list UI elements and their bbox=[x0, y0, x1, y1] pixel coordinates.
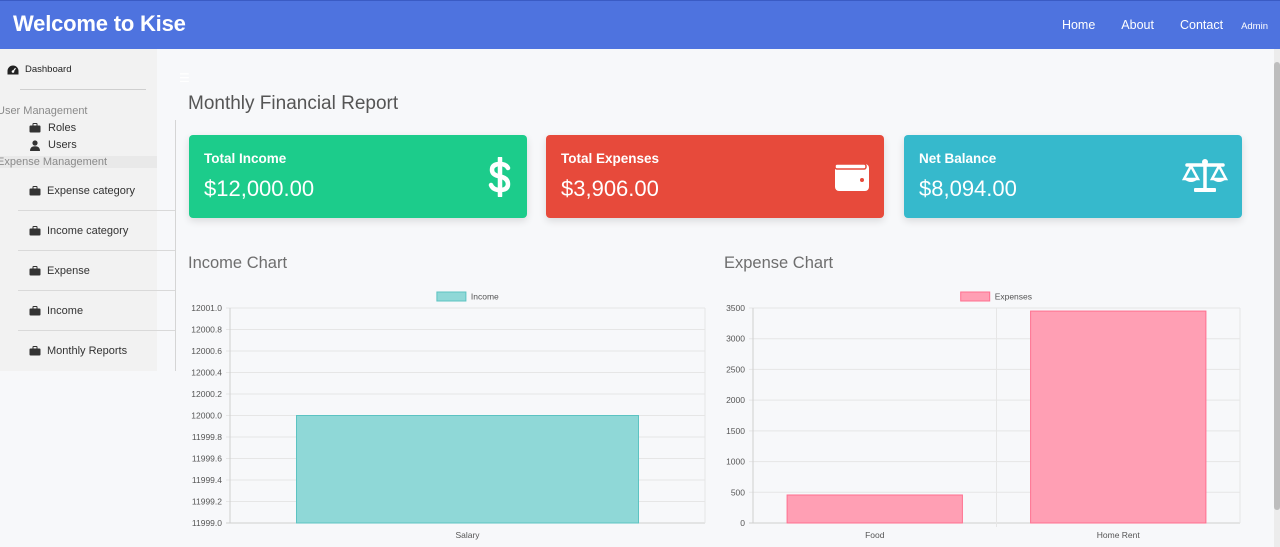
card-label: Total Income bbox=[204, 151, 287, 166]
card-value: $8,094.00 bbox=[919, 176, 1017, 201]
y-tick-label: 2000 bbox=[726, 395, 745, 405]
section-expense-management[interactable]: Expense Management bbox=[0, 156, 157, 168]
bar bbox=[786, 494, 963, 524]
card-label: Net Balance bbox=[919, 151, 997, 166]
y-tick-label: 11999.8 bbox=[192, 432, 222, 442]
card-value: $12,000.00 bbox=[204, 176, 315, 201]
briefcase-icon bbox=[29, 185, 41, 195]
sidebar-item-label: Income category bbox=[47, 224, 129, 237]
y-tick-label: 0 bbox=[740, 518, 745, 528]
sidebar-border bbox=[175, 120, 176, 371]
user-icon bbox=[30, 139, 40, 151]
sidebar-item-users[interactable]: Users bbox=[29, 139, 77, 151]
brand-title[interactable]: Welcome to Kise bbox=[13, 11, 186, 37]
legend-label: Income bbox=[471, 292, 499, 302]
top-navbar: Welcome to Kise Home About Contact Admin bbox=[0, 0, 1280, 49]
legend-swatch bbox=[436, 291, 467, 302]
sidebar-item-dashboard[interactable]: Dashboard bbox=[7, 64, 71, 75]
menu-toggle-icon[interactable]: ☰ bbox=[179, 71, 190, 85]
total-income-card: Total Income $12,000.00 bbox=[189, 135, 527, 218]
y-tick-label: 12000.4 bbox=[191, 368, 222, 378]
nav-home-link[interactable]: Home bbox=[1062, 18, 1095, 32]
sidebar: Dashboard User Management Roles Users Ex… bbox=[0, 49, 175, 371]
x-tick-label: Food bbox=[865, 530, 885, 540]
y-tick-label: 1000 bbox=[726, 457, 745, 467]
wallet-icon bbox=[834, 163, 869, 191]
y-tick-label: 12000.8 bbox=[191, 325, 222, 335]
sidebar-item-label: Roles bbox=[48, 122, 77, 134]
x-tick-label: Salary bbox=[455, 530, 480, 540]
y-tick-label: 3000 bbox=[726, 334, 745, 344]
briefcase-icon bbox=[29, 265, 41, 275]
sidebar-item-label: Monthly Reports bbox=[47, 345, 128, 357]
nav-links: Home About Contact Admin bbox=[1036, 18, 1268, 32]
y-tick-label: 500 bbox=[731, 487, 745, 497]
dollar-icon bbox=[488, 157, 511, 197]
card-label: Total Expenses bbox=[561, 151, 660, 166]
sidebar-item-roles[interactable]: Roles bbox=[29, 122, 76, 134]
sidebar-item-expense-category[interactable]: Expense category bbox=[18, 171, 175, 211]
sidebar-item-label: Dashboard bbox=[25, 64, 72, 75]
total-expenses-card: Total Expenses $3,906.00 bbox=[546, 135, 884, 218]
section-user-management[interactable]: User Management bbox=[0, 105, 88, 117]
y-tick-label: 12001.0 bbox=[191, 303, 222, 313]
user-menu[interactable]: Admin bbox=[1241, 21, 1268, 32]
sidebar-item-label: Expense category bbox=[47, 184, 136, 197]
y-tick-label: 3500 bbox=[726, 303, 745, 313]
legend-swatch bbox=[960, 291, 991, 302]
briefcase-icon bbox=[29, 346, 41, 356]
sidebar-item-label: Users bbox=[48, 139, 77, 151]
income-chart: Income 12001.0 12000.8 12000.6 12000.4 12000.… bbox=[191, 291, 706, 540]
y-tick-label: 11999.0 bbox=[192, 518, 222, 528]
nav-about-link[interactable]: About bbox=[1121, 18, 1154, 32]
y-tick-label: 1500 bbox=[726, 426, 745, 436]
bar bbox=[296, 415, 639, 524]
y-tick-label: 12000.0 bbox=[191, 411, 222, 421]
tachometer-icon bbox=[7, 65, 19, 74]
net-balance-card: Net Balance $8,094.00 bbox=[904, 135, 1242, 218]
briefcase-icon bbox=[29, 123, 41, 133]
sidebar-item-expense[interactable]: Expense bbox=[18, 251, 175, 291]
y-tick-label: 12000.6 bbox=[191, 346, 222, 356]
expense-chart: Expenses 3500 3000 2500 2000 1500 1000 500 0 Food… bbox=[726, 291, 1241, 540]
nav-contact-link[interactable]: Contact bbox=[1180, 18, 1223, 32]
page-title: Monthly Financial Report bbox=[188, 93, 399, 114]
briefcase-icon bbox=[29, 305, 41, 315]
income-chart-title: Income Chart bbox=[188, 254, 288, 272]
y-tick-label: 2500 bbox=[726, 364, 745, 374]
balance-scale-icon bbox=[1182, 159, 1228, 192]
sidebar-item-label: Income bbox=[47, 304, 84, 317]
y-tick-label: 11999.6 bbox=[192, 454, 222, 464]
legend-label: Expenses bbox=[995, 292, 1032, 302]
bar bbox=[1030, 310, 1207, 524]
x-tick-label: Home Rent bbox=[1097, 530, 1141, 540]
y-tick-label: 11999.2 bbox=[192, 497, 222, 507]
y-tick-label: 11999.4 bbox=[192, 475, 222, 485]
sidebar-item-income[interactable]: Income bbox=[18, 291, 175, 331]
expense-chart-title: Expense Chart bbox=[724, 254, 834, 272]
sidebar-item-monthly-reports[interactable]: Monthly Reports bbox=[18, 331, 175, 371]
scrollbar-thumb[interactable] bbox=[1274, 62, 1280, 510]
divider bbox=[20, 89, 146, 90]
card-value: $3,906.00 bbox=[561, 176, 659, 201]
sidebar-item-income-category[interactable]: Income category bbox=[18, 211, 175, 251]
sidebar-item-label: Expense bbox=[47, 264, 90, 277]
briefcase-icon bbox=[29, 225, 41, 235]
y-tick-label: 12000.2 bbox=[191, 389, 222, 399]
